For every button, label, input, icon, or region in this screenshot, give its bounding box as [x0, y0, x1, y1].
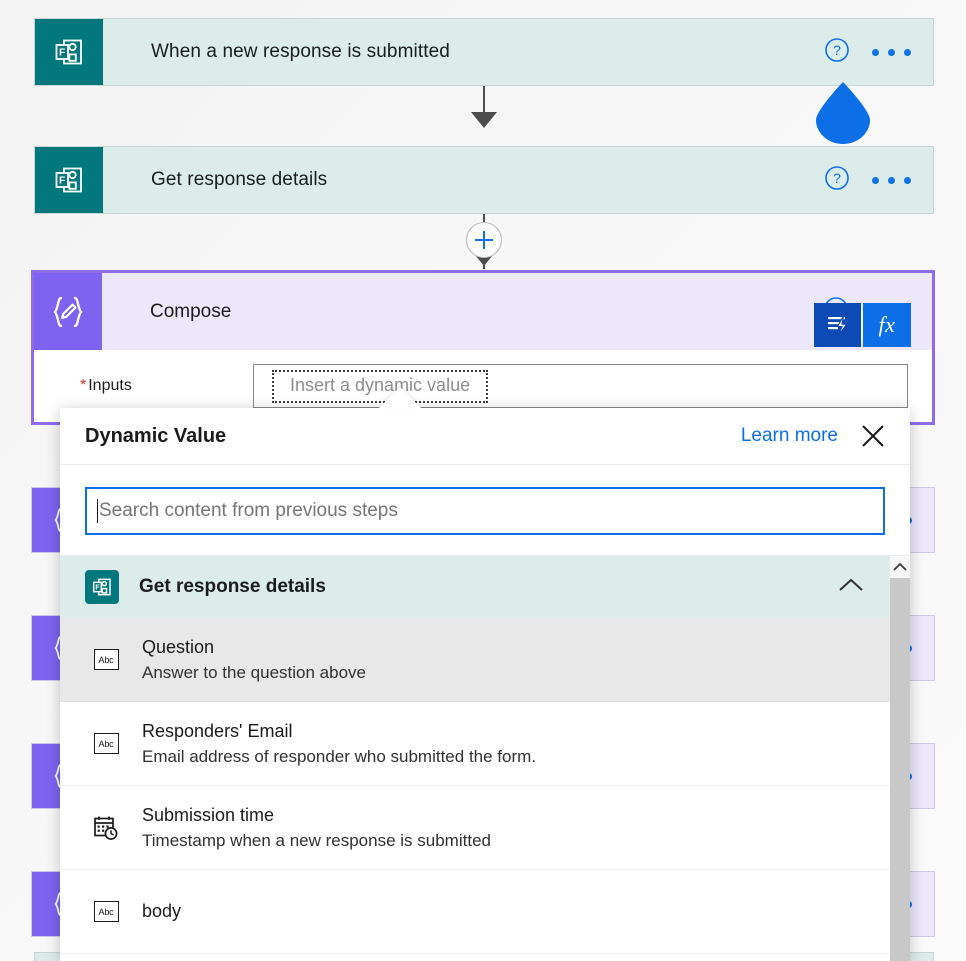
- inputs-label: * Inputs: [58, 377, 253, 395]
- microsoft-forms-icon: F: [35, 147, 103, 213]
- flow-step-trigger[interactable]: F When a new response is submitted ?: [34, 18, 934, 86]
- compose-title: Compose: [150, 300, 232, 322]
- add-step-button[interactable]: [466, 222, 502, 258]
- dynamic-value-panel: Dynamic Value Learn more Search content …: [60, 408, 910, 961]
- scroll-up-arrow-icon[interactable]: [890, 556, 910, 578]
- required-marker: *: [80, 377, 87, 394]
- dynamic-value-item-name: Responders' Email: [142, 720, 293, 741]
- svg-text:F: F: [59, 46, 66, 58]
- dynamic-value-item[interactable]: Submission time Timestamp when a new res…: [60, 786, 890, 870]
- flow-step-actions: ?: [824, 147, 933, 213]
- svg-text:F: F: [95, 582, 100, 591]
- connector-arrow-icon: [471, 112, 497, 128]
- inputs-field[interactable]: Insert a dynamic value: [253, 364, 908, 408]
- svg-text:?: ?: [833, 42, 841, 58]
- text-caret: [97, 499, 98, 523]
- flyout-callout-arrow: [378, 387, 422, 409]
- search-placeholder: Search content from previous steps: [99, 500, 398, 521]
- dynamic-value-item-description: Answer to the question above: [142, 662, 366, 682]
- close-x-icon[interactable]: [860, 423, 886, 449]
- dynamic-value-item-text: Submission time Timestamp when a new res…: [126, 803, 491, 853]
- svg-text:?: ?: [833, 170, 841, 186]
- dynamic-value-item-description: Email address of responder who submitted…: [142, 746, 537, 766]
- abc-text-icon: Abc: [86, 733, 126, 754]
- search-input[interactable]: Search content from previous steps: [85, 487, 885, 535]
- dynamic-value-item-name: body: [142, 901, 182, 921]
- group-title: Get response details: [139, 576, 326, 597]
- help-circle-icon[interactable]: ?: [824, 165, 850, 196]
- dynamic-value-group-header[interactable]: F Get response details: [60, 556, 890, 618]
- dynamic-content-toolbar: fx: [814, 303, 911, 347]
- dynamic-value-item-text: Question Answer to the question above: [126, 635, 366, 685]
- dynamic-value-item-name: Question: [142, 636, 215, 657]
- flow-designer-canvas: F When a new response is submitted ? F G…: [0, 0, 966, 961]
- flow-step-actions: ?: [824, 19, 933, 85]
- compose-card-header[interactable]: Compose: [34, 273, 932, 350]
- compose-braces-pencil-icon: [34, 273, 102, 350]
- scrollbar-track[interactable]: [890, 578, 910, 961]
- flow-step-get-response-details[interactable]: F Get response details ?: [34, 146, 934, 214]
- learn-more-link[interactable]: Learn more: [741, 425, 838, 447]
- scrollbar-thumb[interactable]: [890, 578, 910, 961]
- microsoft-forms-icon: F: [85, 570, 119, 604]
- dynamic-value-list-area: F Get response details Abc Question Answ…: [60, 555, 910, 961]
- dynamic-value-item-text: Responders' Email Email address of respo…: [126, 719, 536, 769]
- svg-text:F: F: [59, 174, 66, 186]
- dynamic-value-panel-header: Dynamic Value Learn more: [60, 408, 910, 465]
- flow-step-title: Get response details: [151, 169, 328, 190]
- help-circle-icon[interactable]: ?: [824, 37, 850, 68]
- flow-step-title: When a new response is submitted: [151, 41, 450, 62]
- dynamic-value-item-name: Submission time: [142, 804, 275, 825]
- expression-button[interactable]: fx: [863, 303, 911, 347]
- dynamic-value-item[interactable]: Abc body: [60, 870, 890, 954]
- dynamic-content-lightning-icon: [827, 315, 848, 336]
- dynamic-value-item-description: Timestamp when a new response is submitt…: [142, 830, 491, 850]
- abc-text-icon: Abc: [86, 649, 126, 670]
- panel-title: Dynamic Value: [85, 424, 227, 447]
- dynamic-value-item[interactable]: Abc Responders' Email Email address of r…: [60, 702, 890, 786]
- dynamic-content-button[interactable]: [814, 303, 861, 347]
- abc-text-icon: Abc: [86, 901, 126, 922]
- inputs-label-text: Inputs: [88, 377, 132, 394]
- calendar-clock-icon: [86, 814, 126, 842]
- blue-pointer-blob: [816, 82, 870, 144]
- ellipsis-icon[interactable]: [872, 176, 911, 184]
- search-container: Search content from previous steps: [60, 465, 910, 555]
- expression-label: fx: [878, 312, 896, 337]
- plus-icon-vertical: [483, 231, 485, 249]
- panel-scrollbar[interactable]: [890, 556, 910, 961]
- ellipsis-icon[interactable]: [872, 48, 911, 56]
- dynamic-value-item-text: body: [126, 899, 181, 924]
- chevron-up-icon[interactable]: [836, 575, 890, 600]
- dynamic-value-list: F Get response details Abc Question Answ…: [60, 556, 890, 961]
- flow-step-compose[interactable]: Compose * Inputs Insert a dynamic value: [31, 270, 935, 425]
- microsoft-forms-icon: F: [35, 19, 103, 85]
- dynamic-value-item[interactable]: Abc Question Answer to the question abov…: [60, 618, 890, 702]
